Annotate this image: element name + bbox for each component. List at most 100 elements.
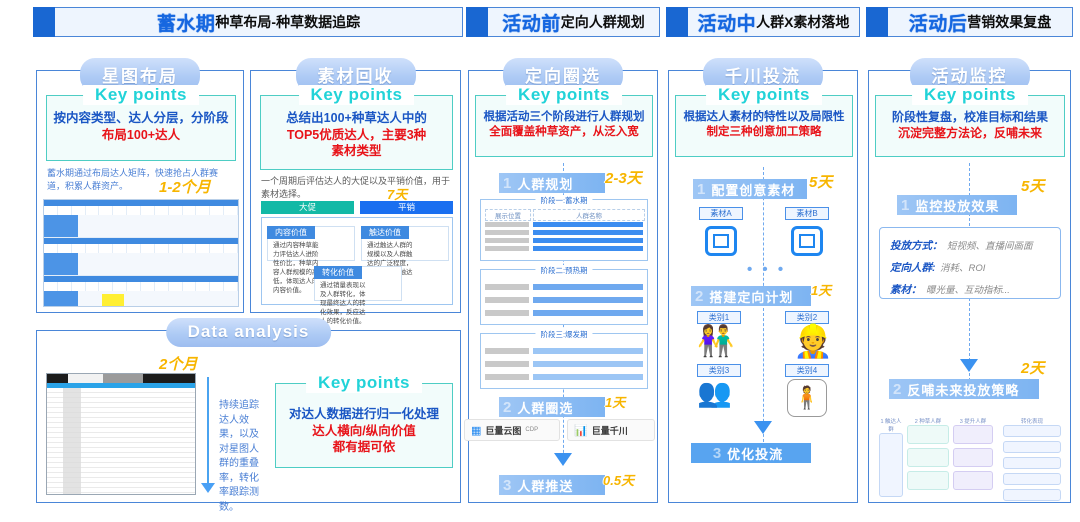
calendar-band <box>44 291 238 306</box>
column-header-3: 活动中 人群X素材落地 <box>666 7 860 37</box>
header-accent-block <box>866 7 888 37</box>
funnel-card <box>1003 425 1061 437</box>
step-label: 人群规划 <box>517 176 574 192</box>
stage-rows-right <box>533 284 643 319</box>
keypoints-sucai: Key points 总结出100+种草达人中的 TOP5优质达人，主要3种 素… <box>260 85 453 170</box>
keypoint-line: 达人横向/纵向价值 <box>312 423 416 438</box>
couple-icon: 👫 <box>697 325 735 358</box>
step-label: 监控投放效果 <box>915 198 1000 214</box>
logo-juliang-yuntu[interactable]: ▦ 巨量云图 CDP <box>464 419 560 441</box>
quanxuan-stage-2: 阶段二:预热期 <box>480 265 648 325</box>
category-label-3: 类别3 <box>697 364 741 377</box>
value-card-reach: 触达价值 通过触达人群的规模以及人群触达的广泛程度，体现达人的触达价值。 <box>361 226 449 285</box>
tab-pingxiao[interactable]: 平销 <box>360 201 453 214</box>
keypoints-jiankong: Key points 阶段性复盘，校准目标和结果 沉淀完整方法论，反哺未来 <box>875 85 1065 157</box>
keypoint-line: 阶段性复盘，校准目标和结果 <box>891 110 1048 124</box>
keypoint-line: TOP5优质达人，主要3种 <box>286 127 427 142</box>
qianchuan-step-3[interactable]: 3 优化投流 <box>691 443 811 463</box>
jiankong-step-1[interactable]: 1 监控投放效果 <box>897 195 1017 215</box>
keypoint-line: 对达人数据进行归一化处理 <box>288 407 439 421</box>
stage-title: 阶段二:预热期 <box>535 265 593 276</box>
jiankong-step2-duration: 2天 <box>1021 360 1045 377</box>
qianchuan-step-1[interactable]: 1 配置创意素材 <box>693 179 807 199</box>
column-header-4: 活动后 营销效果复盘 <box>866 7 1073 37</box>
metric-value: 曝光量、互动指标... <box>925 285 1010 296</box>
funnel-column-title: 1 触达人群 <box>880 419 902 433</box>
infographic-canvas: 蓄水期 种草布局-种草数据追踪 活动前 定向人群规划 活动中 人群X素材落地 活… <box>0 0 1080 522</box>
funnel-column-4: 转化表现 <box>1003 417 1061 505</box>
header-bar: 活动前 定向人群规划 <box>488 7 660 37</box>
row-chip <box>485 361 529 367</box>
row-chip <box>533 310 643 316</box>
header-subtitle: 定向人群规划 <box>560 14 645 30</box>
header-accent-block <box>466 7 488 37</box>
header-bar: 活动中 人群X素材落地 <box>688 7 860 37</box>
material-label-a: 素材A <box>699 207 743 220</box>
metric-row: 投放方式： 短视频、直播间画面 <box>890 236 1032 254</box>
step-number: 3 <box>712 444 723 462</box>
jiankong-flow-arrow-icon <box>960 359 978 372</box>
quanxuan-stage-1: 阶段一:蓄水期 展示位置 人群名称 <box>480 195 648 261</box>
qianchuan-step1-duration: 5天 <box>809 174 833 191</box>
row-chip <box>533 222 643 227</box>
header-accent-block <box>666 7 688 37</box>
keypoints-label: Key points <box>83 85 199 105</box>
jiankong-funnel-mock: 1 触达人群 2 种草人群 3 提升人群 转化表现 <box>877 407 1063 501</box>
metric-value: 短视频、直播间画面 <box>946 241 1033 252</box>
step-label: 人群圈选 <box>517 400 574 416</box>
step-label: 反哺未来投放策略 <box>907 382 1020 398</box>
row-chip <box>485 348 529 354</box>
step-number: 2 <box>503 398 513 416</box>
row-chip <box>533 361 643 367</box>
stage-rows-left <box>485 348 529 383</box>
stage-rows-left <box>485 222 529 254</box>
yuntu-icon: ▦ <box>471 424 482 437</box>
group-icon: 👥 <box>697 377 732 408</box>
quanxuan-step-3[interactable]: 3 人群推送 <box>499 475 605 495</box>
funnel-card <box>953 471 993 490</box>
header-highlight: 蓄水期 <box>156 13 216 35</box>
header-accent-block <box>33 7 55 37</box>
data-analysis-note: 持续追踪达人效果，以及对星图人群的重叠率，转化率跟踪测数。 <box>219 400 259 513</box>
funnel-column-title: 3 提升人群 <box>959 419 987 425</box>
film-icon-a <box>705 226 737 256</box>
keypoints-xingtu: Key points 按内容类型、达人分层，分阶段 布局100+达人 <box>46 85 236 161</box>
logo-juliang-qianchuan[interactable]: 📊 巨量千川 <box>567 419 655 441</box>
stage-rows-left <box>485 284 529 319</box>
keypoints-quanxuan: Key points 根据活动三个阶段进行人群规划 全面覆盖种草资产，从泛入宽 <box>475 85 653 157</box>
jiankong-step1-duration: 5天 <box>1021 178 1045 195</box>
step-number: 3 <box>503 476 513 494</box>
calendar-day-row <box>44 206 238 215</box>
calendar-band <box>44 215 238 238</box>
keypoint-line: 根据活动三个阶段进行人群规划 <box>483 111 645 123</box>
row-chip <box>533 374 643 380</box>
quanxuan-step-1[interactable]: 1 人群规划 <box>499 173 605 193</box>
stage-col-a: 展示位置 <box>485 209 531 221</box>
tab-dacu[interactable]: 大促 <box>261 201 354 214</box>
calendar-day-row <box>44 282 238 291</box>
row-chip <box>485 222 529 227</box>
step-label: 人群推送 <box>517 478 574 494</box>
logo-sublabel: CDP <box>525 427 539 433</box>
funnel-card <box>907 425 949 444</box>
jiankong-step-2[interactable]: 2 反哺未来投放策略 <box>889 379 1039 399</box>
keypoint-line: 沉淀完整方法论，反哺未来 <box>897 125 1042 140</box>
keypoints-label: Key points <box>506 85 622 105</box>
metric-value: 消耗、ROI <box>939 263 986 274</box>
keypoint-line: 全面覆盖种草资产，从泛入宽 <box>489 126 639 139</box>
qianchuan-flow-arrow-icon <box>754 421 772 434</box>
funnel-card <box>953 425 993 444</box>
quanxuan-step-2[interactable]: 2 人群圈选 <box>499 397 605 417</box>
keypoint-line: 布局100+达人 <box>101 127 181 142</box>
step-label: 优化投流 <box>727 446 784 462</box>
category-label-4: 类别4 <box>785 364 829 377</box>
calendar-band <box>44 253 238 276</box>
row-chip <box>485 310 529 316</box>
qianchuan-step-2[interactable]: 2 搭建定向计划 <box>691 286 811 306</box>
metric-row: 素材： 曝光量、互动指标... <box>890 280 1010 298</box>
qianchuan-connector <box>763 167 764 447</box>
panel-title-data-analysis: Data analysis <box>165 318 332 347</box>
funnel-card <box>1003 441 1061 453</box>
quanxuan-step3-duration: 0.5天 <box>603 473 635 488</box>
keypoint-line: 都有据可依 <box>332 440 396 454</box>
